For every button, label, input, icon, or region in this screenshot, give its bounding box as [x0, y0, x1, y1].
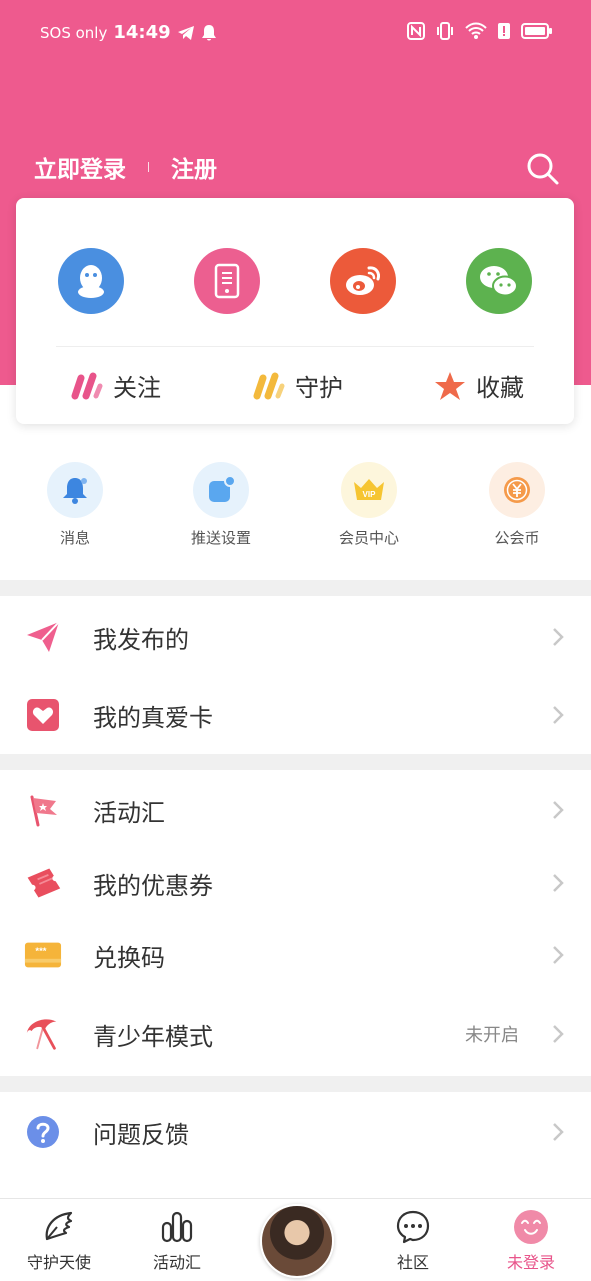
follow-stat[interactable]: 关注	[71, 368, 161, 403]
menu-my-coupons[interactable]: 我的优惠券	[0, 847, 591, 919]
login-card: 关注 守护 收藏	[16, 198, 574, 424]
coin-icon	[504, 477, 530, 503]
follow-label: 关注	[113, 374, 161, 402]
chevron-right-icon	[553, 874, 564, 892]
chevron-right-icon	[553, 628, 564, 646]
paper-plane-icon	[27, 621, 60, 652]
login-link[interactable]: 立即登录	[34, 150, 126, 184]
chevron-right-icon	[553, 1025, 564, 1043]
quick-vip-center[interactable]: VIP 会员中心	[314, 462, 424, 548]
wing-icon	[45, 1211, 73, 1241]
guard-icon	[253, 372, 285, 399]
nav-label: 守护天使	[26, 1253, 91, 1272]
menu-label: 问题反馈	[93, 1120, 189, 1149]
vibrate-icon	[437, 22, 453, 40]
quick-label: 会员中心	[338, 529, 399, 547]
wechat-icon	[480, 266, 518, 297]
register-link[interactable]: 注册	[171, 150, 217, 184]
quick-guild-coin[interactable]: 公会币	[462, 462, 572, 548]
avatar[interactable]	[260, 1204, 334, 1278]
menu-label: 我的真爱卡	[93, 703, 213, 732]
menu-label: 兑换码	[93, 943, 165, 972]
vip-icon: VIP	[354, 479, 384, 500]
push-icon-wrap	[193, 462, 249, 518]
vip-icon-wrap: VIP	[341, 462, 397, 518]
section-gap	[0, 580, 591, 596]
weibo-icon	[346, 266, 380, 295]
wifi-icon	[465, 22, 487, 39]
menu-label: 活动汇	[93, 798, 165, 827]
search-icon[interactable]	[524, 150, 560, 186]
menu-my-posts[interactable]: 我发布的	[0, 601, 591, 673]
weibo-login-button[interactable]	[330, 248, 396, 314]
favorite-label: 收藏	[476, 374, 524, 402]
nav-label: 未登录	[506, 1253, 555, 1272]
notification-bell-icon	[201, 24, 216, 40]
guard-stat[interactable]: 守护	[253, 368, 343, 403]
svg-text:***: ***	[35, 946, 46, 957]
chevron-right-icon	[553, 1123, 564, 1141]
menu-feedback[interactable]: 问题反馈	[0, 1096, 591, 1168]
umbrella-icon	[26, 1019, 57, 1050]
card-divider	[56, 346, 534, 347]
nav-community[interactable]: 社区	[354, 1199, 472, 1281]
star-icon	[435, 371, 465, 400]
section-gap	[0, 1076, 591, 1092]
heart-card-icon	[27, 699, 59, 731]
section-gap	[0, 754, 591, 770]
menu-label: 我发布的	[93, 625, 189, 654]
ticket-icon	[27, 868, 61, 898]
coin-icon-wrap	[489, 462, 545, 518]
nav-activities[interactable]: 活动汇	[118, 1199, 236, 1281]
smiley-icon	[514, 1210, 548, 1244]
menu-redeem-code[interactable]: *** 兑换码	[0, 919, 591, 991]
follow-icon	[71, 372, 103, 399]
phone-icon	[214, 263, 240, 299]
qq-login-button[interactable]	[58, 248, 124, 314]
qq-icon	[78, 265, 104, 298]
status-bar: SOS only 14:49	[0, 0, 591, 66]
menu-label: 青少年模式	[93, 1022, 213, 1051]
teen-mode-status: 未开启	[465, 1025, 519, 1046]
chevron-right-icon	[553, 801, 564, 819]
phone-login-button[interactable]	[194, 248, 260, 314]
chat-icon	[396, 1210, 430, 1244]
quick-push-settings[interactable]: 推送设置	[166, 462, 276, 548]
chevron-right-icon	[553, 946, 564, 964]
message-icon-wrap	[47, 462, 103, 518]
menu-activities[interactable]: 活动汇	[0, 774, 591, 846]
code-card-icon: ***	[24, 942, 62, 968]
menu-true-love-card[interactable]: 我的真爱卡	[0, 679, 591, 751]
clock: 14:49	[113, 22, 171, 43]
nfc-icon	[407, 22, 425, 40]
chevron-right-icon	[553, 706, 564, 724]
quick-messages[interactable]: 消息	[20, 462, 130, 548]
quick-label: 消息	[59, 529, 90, 547]
bell-icon	[63, 478, 87, 504]
quick-label: 推送设置	[190, 529, 251, 547]
divider	[148, 162, 149, 172]
menu-teen-mode[interactable]: 青少年模式 未开启	[0, 998, 591, 1070]
menu-label: 我的优惠券	[93, 871, 213, 900]
push-settings-icon	[209, 475, 236, 502]
nav-label: 活动汇	[152, 1253, 201, 1272]
nav-label: 社区	[396, 1253, 429, 1272]
nav-not-logged-in[interactable]: 未登录	[472, 1199, 590, 1281]
battery-icon	[521, 23, 552, 39]
bars-icon	[161, 1211, 193, 1243]
quick-label: 公会币	[494, 529, 540, 547]
svg-text:VIP: VIP	[363, 490, 377, 499]
guard-label: 守护	[295, 374, 343, 402]
flag-icon	[30, 795, 57, 827]
alert-icon	[498, 23, 510, 39]
telegram-icon	[177, 25, 194, 40]
nav-guardian-angel[interactable]: 守护天使	[0, 1199, 118, 1281]
question-icon	[27, 1116, 59, 1148]
carrier-text: SOS only	[40, 23, 108, 42]
wechat-login-button[interactable]	[466, 248, 532, 314]
favorite-stat[interactable]: 收藏	[434, 368, 524, 403]
